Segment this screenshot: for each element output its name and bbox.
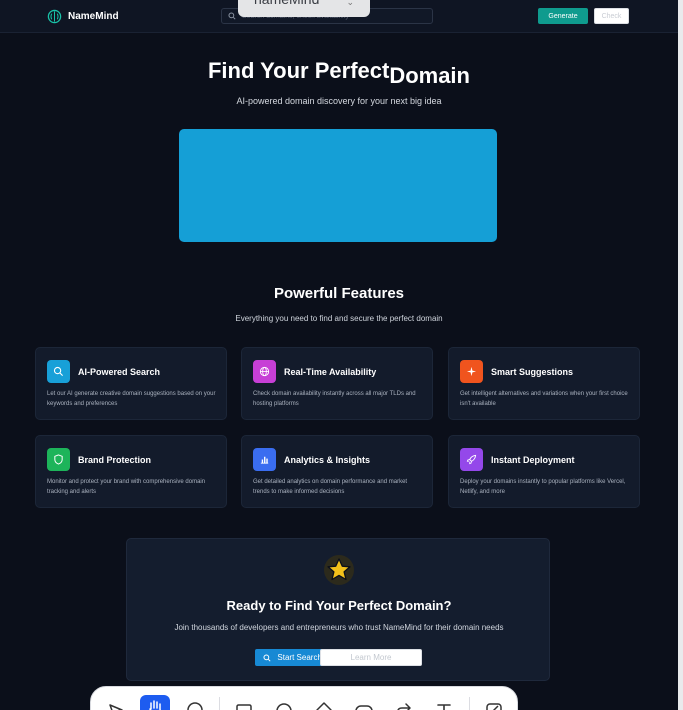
feature-title: Brand Protection bbox=[78, 455, 152, 465]
shield-icon bbox=[54, 454, 63, 465]
tooltip-text: nameMind bbox=[254, 0, 319, 7]
hand-tool-icon[interactable] bbox=[140, 695, 170, 710]
rectangle-tool-icon[interactable] bbox=[229, 697, 259, 710]
edit-tool-icon[interactable] bbox=[479, 697, 509, 710]
check-button[interactable]: Check bbox=[594, 8, 629, 24]
logo-text: NameMind bbox=[68, 11, 119, 22]
feature-description: Get detailed analytics on domain perform… bbox=[253, 479, 408, 495]
hero-title-part2: Domain bbox=[389, 63, 470, 88]
feature-icon-box bbox=[253, 448, 276, 471]
hero-banner bbox=[179, 129, 497, 242]
rocket-icon bbox=[466, 454, 477, 465]
feature-icon-box bbox=[253, 360, 276, 383]
feature-card-ai-search[interactable]: AI-Powered Search Let our AI generate cr… bbox=[35, 347, 227, 420]
feature-icon-box bbox=[460, 360, 483, 383]
generate-button[interactable]: Generate bbox=[538, 8, 588, 24]
hero-title: Find Your PerfectDomain bbox=[0, 58, 678, 88]
brain-logo-icon bbox=[47, 9, 62, 24]
drawing-toolbar bbox=[90, 686, 518, 710]
cta-section: Ready to Find Your Perfect Domain? Join … bbox=[126, 538, 550, 681]
search-icon bbox=[228, 12, 236, 20]
features-title: Powerful Features bbox=[273, 285, 405, 302]
title-tooltip: nameMind ⌄ bbox=[238, 0, 370, 17]
feature-title: Smart Suggestions bbox=[491, 367, 574, 377]
toolbar-divider bbox=[469, 697, 470, 710]
cta-subtitle: Join thousands of developers and entrepr… bbox=[174, 623, 504, 632]
cta-title: Ready to Find Your Perfect Domain? bbox=[226, 598, 452, 613]
feature-title: Real-Time Availability bbox=[284, 367, 377, 377]
arrow-tool-icon[interactable] bbox=[101, 697, 131, 710]
feature-title: Analytics & Insights bbox=[284, 455, 371, 465]
feature-description: Let our AI generate creative domain sugg… bbox=[47, 391, 216, 407]
star-icon bbox=[324, 555, 354, 585]
feature-card-deployment[interactable]: Instant Deployment Deploy your domains i… bbox=[448, 435, 640, 508]
feature-icon-box bbox=[47, 448, 70, 471]
feature-description: Get intelligent alternatives and variati… bbox=[460, 391, 628, 407]
toolbar-divider bbox=[219, 697, 220, 710]
hero-subtitle: AI-powered domain discovery for your nex… bbox=[236, 96, 442, 106]
search-icon bbox=[263, 653, 271, 662]
feature-description: Monitor and protect your brand with comp… bbox=[47, 479, 206, 495]
feature-description: Check domain availability instantly acro… bbox=[253, 391, 416, 407]
chevron-down-icon[interactable]: ⌄ bbox=[346, 0, 354, 10]
hero-title-part1: Find Your Perfect bbox=[207, 58, 390, 83]
ellipse-tool-icon[interactable] bbox=[269, 697, 299, 710]
arrow-shape-tool-icon[interactable] bbox=[389, 697, 419, 710]
rounded-rect-tool-icon[interactable] bbox=[349, 697, 379, 710]
feature-icon-box bbox=[47, 360, 70, 383]
feature-card-analytics[interactable]: Analytics & Insights Get detailed analyt… bbox=[241, 435, 433, 508]
globe-icon bbox=[259, 366, 270, 377]
text-tool-icon[interactable] bbox=[429, 697, 459, 710]
learn-more-button[interactable]: Learn More bbox=[320, 649, 422, 666]
feature-card-suggestions[interactable]: Smart Suggestions Get intelligent altern… bbox=[448, 347, 640, 420]
feature-card-brand-protection[interactable]: Brand Protection Monitor and protect you… bbox=[35, 435, 227, 508]
window-frame-edge bbox=[678, 0, 683, 710]
lasso-tool-icon[interactable] bbox=[180, 697, 210, 710]
feature-description: Deploy your domains instantly to popular… bbox=[460, 479, 626, 495]
diamond-tool-icon[interactable] bbox=[309, 697, 339, 710]
feature-title: AI-Powered Search bbox=[78, 367, 161, 377]
features-subtitle: Everything you need to find and secure t… bbox=[235, 314, 443, 323]
sparkle-icon bbox=[466, 366, 477, 377]
feature-icon-box bbox=[460, 448, 483, 471]
feature-title: Instant Deployment bbox=[491, 455, 575, 465]
chart-icon bbox=[260, 456, 269, 464]
logo[interactable]: NameMind bbox=[47, 9, 119, 24]
feature-card-availability[interactable]: Real-Time Availability Check domain avai… bbox=[241, 347, 433, 420]
search-icon bbox=[53, 366, 64, 377]
